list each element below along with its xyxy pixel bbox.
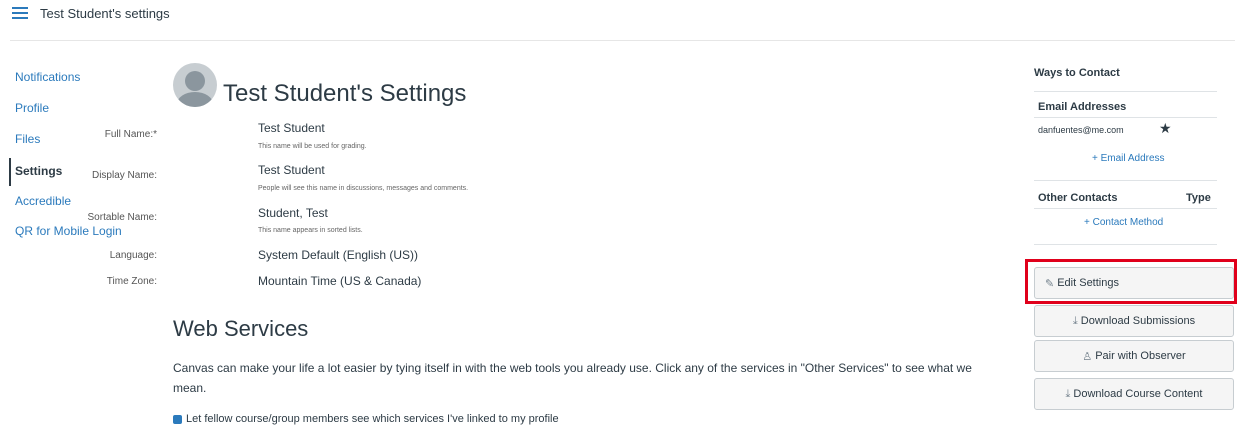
email-address: danfuentes@me.com <box>1038 125 1124 135</box>
nav-accredible[interactable]: Accredible <box>15 194 71 208</box>
type-column-heading: Type <box>1186 192 1211 204</box>
field-value-display-name: Test Student <box>258 163 325 177</box>
plus-icon: + <box>1084 217 1093 228</box>
field-label-sortable-name: Sortable Name: <box>87 212 157 223</box>
download-icon: ⤓ <box>1072 314 1078 327</box>
field-value-language: System Default (English (US)) <box>258 248 419 262</box>
breadcrumb: Test Student's settings <box>40 6 170 21</box>
page-title: Test Student's Settings <box>223 80 467 107</box>
pair-with-observer-label: Pair with Observer <box>1095 350 1186 362</box>
hamburger-menu-icon[interactable] <box>12 7 28 19</box>
nav-active-indicator <box>9 158 11 186</box>
ways-to-contact-heading: Ways to Contact <box>1034 67 1120 79</box>
web-services-description: Canvas can make your life a lot easier b… <box>173 361 972 395</box>
nav-notifications[interactable]: Notifications <box>15 70 80 84</box>
add-email-label: Email Address <box>1100 153 1165 164</box>
users-icon: ♙ <box>1082 350 1093 363</box>
field-label-time-zone: Time Zone: <box>106 276 157 287</box>
divider <box>1034 244 1217 245</box>
download-submissions-button[interactable]: ⤓ Download Submissions <box>1034 305 1234 337</box>
download-course-content-button[interactable]: ⤓ Download Course Content <box>1034 378 1234 410</box>
field-value-sortable-name: Student, Test <box>258 206 328 220</box>
field-label-language: Language: <box>109 250 157 261</box>
field-label-display-name: Display Name: <box>91 170 157 181</box>
field-hint-sortable-name: This name appears in sorted lists. <box>258 227 363 234</box>
download-icon: ⤓ <box>1065 387 1071 400</box>
nav-settings[interactable]: Settings <box>15 164 62 178</box>
other-contacts-heading: Other Contacts <box>1038 192 1118 204</box>
web-services-title: Web Services <box>173 316 309 341</box>
divider <box>1034 91 1217 92</box>
add-contact-label: Contact Method <box>1092 217 1164 228</box>
nav-files[interactable]: Files <box>15 132 40 146</box>
field-value-full-name: Test Student <box>258 121 325 135</box>
field-label-full-name: Full Name:* <box>104 129 157 140</box>
plus-icon: + <box>1092 153 1101 164</box>
pair-with-observer-button[interactable]: ♙ Pair with Observer <box>1034 340 1234 372</box>
download-submissions-label: Download Submissions <box>1080 315 1196 327</box>
field-hint-display-name: People will see this name in discussions… <box>258 185 469 192</box>
add-email-link[interactable]: + Email Address <box>1092 153 1165 164</box>
add-contact-method-link[interactable]: + Contact Method <box>1084 217 1163 228</box>
divider <box>1034 180 1217 181</box>
email-addresses-heading: Email Addresses <box>1038 101 1127 113</box>
default-email-star-icon[interactable]: ★ <box>1159 120 1172 137</box>
field-hint-full-name: This name will be used for grading. <box>258 143 367 150</box>
share-services-label: Let fellow course/group members see whic… <box>186 413 559 425</box>
field-value-time-zone: Mountain Time (US & Canada) <box>258 274 422 288</box>
header-divider <box>10 40 1235 41</box>
highlight-box <box>1025 259 1237 304</box>
avatar[interactable] <box>173 63 217 107</box>
nav-profile[interactable]: Profile <box>15 101 49 115</box>
divider <box>1034 208 1217 209</box>
nav-qr-mobile-login[interactable]: QR for Mobile Login <box>15 224 122 238</box>
divider <box>1034 117 1217 118</box>
download-course-content-label: Download Course Content <box>1073 388 1203 400</box>
